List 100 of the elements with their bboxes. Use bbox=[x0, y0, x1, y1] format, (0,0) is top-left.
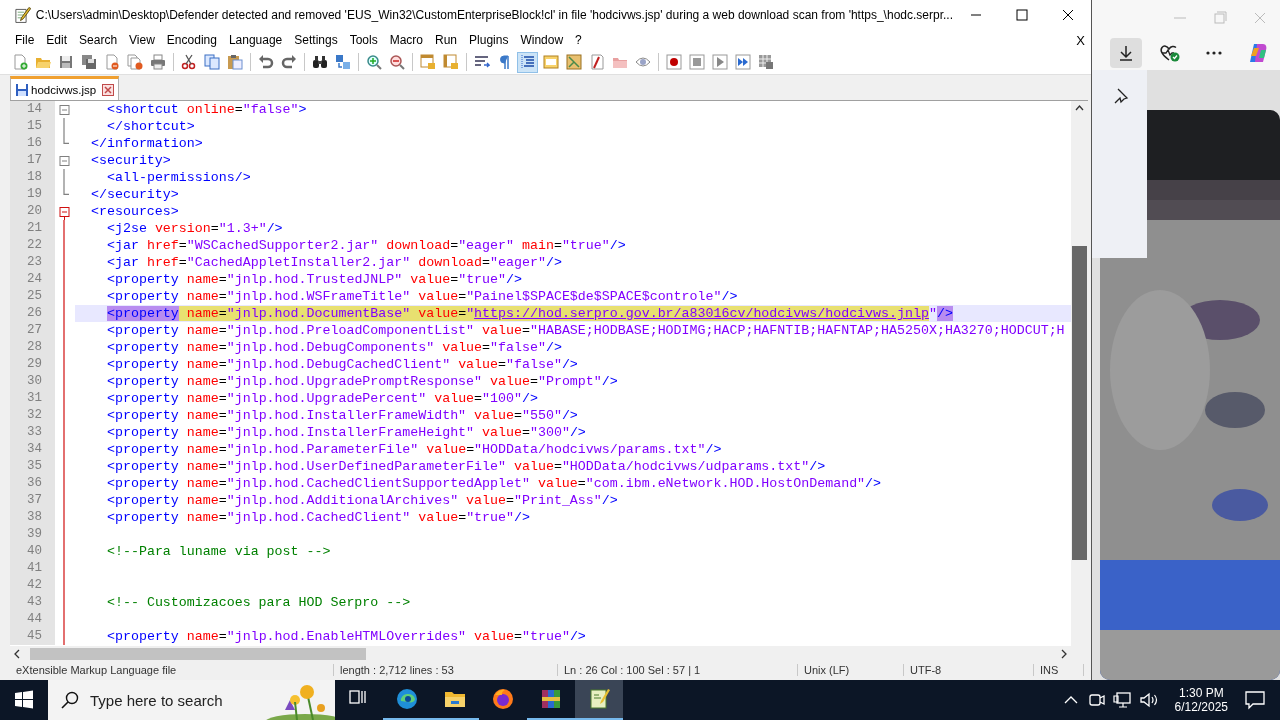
code-token: <property bbox=[107, 459, 179, 474]
line-number: 18 bbox=[10, 169, 55, 186]
line-number: 22 bbox=[10, 237, 55, 254]
code-token: = bbox=[218, 459, 227, 474]
network-icon[interactable] bbox=[1112, 690, 1133, 710]
sync-vertical-icon[interactable] bbox=[418, 52, 437, 72]
play-icon[interactable] bbox=[710, 52, 729, 72]
fast-forward-icon[interactable] bbox=[733, 52, 752, 72]
close-all-icon[interactable] bbox=[125, 52, 144, 72]
code-token: name bbox=[185, 357, 219, 372]
grid-icon[interactable] bbox=[756, 52, 775, 72]
code-token: value bbox=[465, 493, 506, 508]
sync-horizontal-icon[interactable] bbox=[441, 52, 460, 72]
code-token: name bbox=[185, 425, 219, 440]
code-token: name bbox=[185, 408, 219, 423]
download-icon[interactable] bbox=[1110, 37, 1142, 68]
zoom-in-icon[interactable] bbox=[364, 52, 383, 72]
notification-icon[interactable] bbox=[1244, 690, 1266, 710]
notepad-icon[interactable] bbox=[575, 680, 623, 720]
code-token: "jnlp.hod.ParameterFile" bbox=[226, 442, 419, 457]
search-field[interactable]: Type here to search bbox=[88, 690, 262, 710]
code-token: "550" bbox=[522, 408, 562, 423]
copy-icon[interactable] bbox=[202, 52, 221, 72]
line-number: 44 bbox=[10, 611, 55, 628]
printer-icon[interactable] bbox=[148, 52, 167, 72]
tab-label: hodcivws.jsp bbox=[31, 83, 97, 96]
menu-item[interactable]: Run bbox=[429, 33, 464, 47]
line-number: 27 bbox=[10, 322, 55, 339]
document-map-icon[interactable] bbox=[564, 52, 583, 72]
code-token: = bbox=[514, 629, 522, 644]
code-token: <property bbox=[107, 425, 179, 440]
code-token: /> bbox=[522, 391, 538, 406]
line-number: 14 bbox=[10, 101, 55, 118]
code-token: download bbox=[385, 238, 451, 253]
status-text: length : 2,712 lines : 53 bbox=[334, 664, 558, 676]
menu-item[interactable]: Encoding bbox=[160, 33, 223, 47]
code-comment: <!--Para luname via post --> bbox=[107, 544, 331, 559]
code-token: = bbox=[218, 374, 227, 389]
menu-item[interactable]: File bbox=[9, 33, 41, 47]
menu-item[interactable]: Plugins bbox=[463, 33, 515, 47]
code-token: = bbox=[498, 357, 507, 372]
code-token: = bbox=[218, 408, 227, 423]
replace-icon[interactable] bbox=[333, 52, 352, 72]
code-token: = bbox=[218, 340, 227, 355]
code-token: "300" bbox=[529, 425, 570, 440]
code-token: "jnlp.hod.PreloadComponentList" bbox=[226, 323, 475, 338]
code-token: "Painel$SPACE$de$SPACE$controle" bbox=[466, 289, 722, 304]
code-token: <jar bbox=[107, 238, 139, 253]
code-token: = bbox=[234, 102, 243, 117]
notepad-icon bbox=[14, 6, 31, 24]
indent-guide-icon[interactable] bbox=[518, 52, 537, 72]
clock-time[interactable]: 1:30 PM bbox=[1178, 686, 1224, 700]
zoom-out-icon[interactable] bbox=[387, 52, 406, 72]
code-token: <property bbox=[107, 476, 179, 491]
status-text: eXtensible Markup Language file bbox=[10, 664, 334, 676]
vertical-scrollbar[interactable] bbox=[1071, 101, 1088, 646]
code-token: /> bbox=[569, 425, 586, 440]
code-token: value bbox=[473, 408, 514, 423]
record-icon[interactable] bbox=[664, 52, 683, 72]
menu-item[interactable]: Edit bbox=[40, 33, 74, 47]
code-token: "jnlp.hod.UpgradePromptResponse" bbox=[226, 374, 483, 389]
floppy-disks-icon[interactable] bbox=[79, 52, 98, 72]
stop-icon[interactable] bbox=[687, 52, 706, 72]
code-token: = bbox=[458, 306, 467, 321]
code-token: /> bbox=[545, 340, 562, 355]
code-token: value bbox=[441, 340, 483, 355]
line-number: 24 bbox=[10, 271, 55, 288]
code-token: <property bbox=[107, 289, 179, 304]
code-token: "false" bbox=[242, 102, 299, 117]
code-token: /> bbox=[609, 238, 626, 253]
code-token: "jnlp.hod.TrustedJNLP" bbox=[226, 272, 403, 287]
line-number: 35 bbox=[10, 458, 55, 475]
scissors-icon[interactable] bbox=[179, 52, 198, 72]
windows-start-icon[interactable] bbox=[14, 690, 34, 710]
url-link[interactable]: https://hod.serpro.gov.br/a83016cv/hodcivws/hodcivws.jnlp bbox=[474, 306, 929, 321]
code-token: value bbox=[481, 323, 522, 338]
menu-item[interactable]: ? bbox=[569, 33, 588, 47]
menu-item[interactable]: Window bbox=[514, 33, 570, 47]
menu-item[interactable]: View bbox=[123, 33, 161, 47]
code-token: value bbox=[536, 476, 578, 491]
code-token: <property bbox=[107, 391, 179, 406]
scrollbar-thumb[interactable] bbox=[30, 648, 366, 660]
menu-item[interactable]: Settings bbox=[288, 33, 344, 47]
menu-item[interactable]: Tools bbox=[343, 33, 384, 47]
menu-item[interactable]: Macro bbox=[383, 33, 429, 47]
search-box[interactable]: Type here to search bbox=[48, 680, 335, 720]
clipboard-icon[interactable] bbox=[225, 52, 244, 72]
code-token: name bbox=[185, 476, 219, 491]
scrollbar-thumb[interactable] bbox=[1072, 246, 1087, 560]
line-number: 33 bbox=[10, 424, 55, 441]
close-icon[interactable] bbox=[102, 83, 115, 96]
menu-item[interactable]: Language bbox=[222, 33, 289, 47]
code-token: /> bbox=[809, 459, 826, 474]
speaker-icon[interactable] bbox=[1138, 690, 1159, 710]
clock-date[interactable]: 6/12/2025 bbox=[1174, 700, 1228, 714]
menu-item[interactable]: Search bbox=[73, 33, 124, 47]
code-token: "jnlp.hod.DocumentBase" bbox=[226, 306, 411, 321]
close-document-button[interactable]: X bbox=[1076, 32, 1085, 48]
code-token: <property bbox=[107, 357, 179, 372]
file-tab[interactable]: hodcivws.jsp bbox=[10, 76, 120, 100]
